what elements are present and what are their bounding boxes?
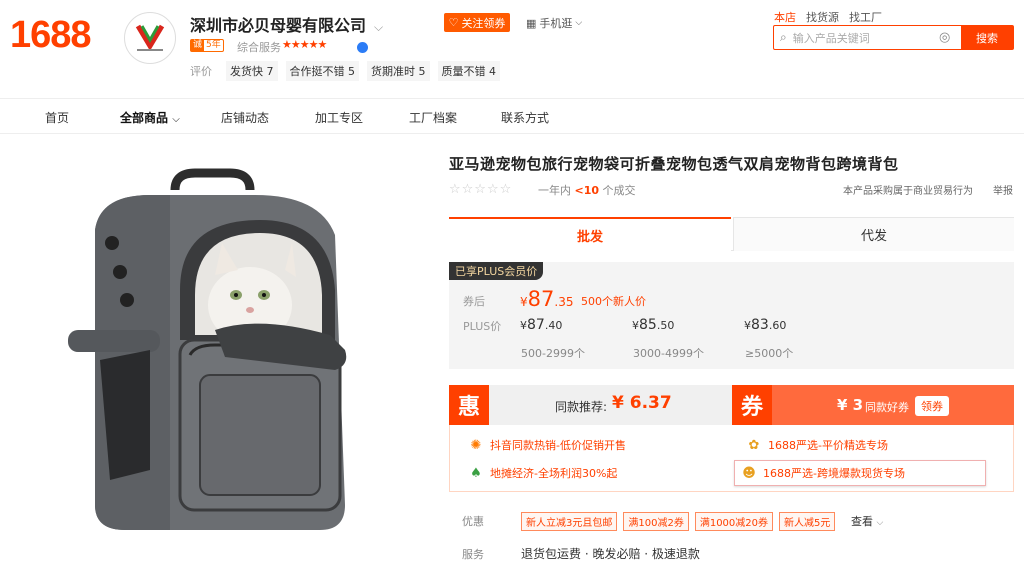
tier-price: ¥87.40	[520, 317, 563, 333]
activity-item[interactable]: ☻ 1688严选-跨境爆款现货专场	[734, 460, 986, 486]
rating-chip: 发货快 7	[226, 61, 278, 81]
nav-processing[interactable]: 加工专区	[315, 109, 363, 126]
rating-chip: 货期准时 5	[367, 61, 430, 81]
activities-panel: ✺ 抖音同款热销-低价促销开售 ✿ 1688严选-平价精选专场 ♠ 地摊经济-全…	[449, 425, 1014, 492]
sales-count: 一年内 <10 个成交	[538, 184, 636, 197]
search-scope-tabs: 本店 找货源 找工厂	[774, 9, 882, 25]
chevron-down-icon[interactable]: ⌵	[374, 20, 383, 35]
site-logo[interactable]: 1688	[10, 14, 92, 57]
claim-coupon-button[interactable]: 领券	[915, 396, 949, 416]
chevron-down-icon: ⌵	[172, 114, 180, 125]
rating-chip: 质量不错 4	[437, 61, 500, 81]
discount-chips: 新人立减3元且包邮 满100减2券 满1000减20券 新人减5元	[521, 512, 836, 531]
flower-icon: ✿	[748, 437, 760, 453]
scope-shop[interactable]: 本店	[774, 9, 796, 25]
plus-member-tag: 已享PLUS会员价	[449, 262, 544, 280]
search-input[interactable]: ⌕ 输入产品关键词	[774, 26, 939, 49]
service-stars: ★★★★★	[282, 38, 327, 51]
after-coupon-price: ¥87.35	[520, 287, 574, 311]
nav-factory-profile[interactable]: 工厂档案	[409, 109, 457, 126]
after-coupon-label: 券后	[463, 295, 485, 308]
discount-chip[interactable]: 满100减2券	[623, 512, 689, 531]
coupon-area: 券 ¥ 3 同款好券 领券	[732, 385, 1014, 425]
discount-chip[interactable]: 新人立减3元且包邮	[521, 512, 618, 531]
verified-icon	[357, 42, 368, 53]
activity-item[interactable]: ✿ 1688严选-平价精选专场	[746, 437, 888, 453]
tab-wholesale[interactable]: 批发	[449, 217, 731, 251]
tier-range: 3000-4999个	[633, 347, 704, 360]
product-title: 亚马逊宠物包旅行宠物袋可折叠宠物包透气双肩宠物背包跨境背包	[449, 155, 899, 173]
follow-button[interactable]: ♡ 关注领券	[444, 13, 510, 32]
activity-item[interactable]: ✺ 抖音同款热销-低价促销开售	[468, 437, 626, 453]
discount-hui-icon: 惠	[449, 385, 489, 425]
coupon-quan-icon: 券	[732, 385, 772, 425]
plus-price-label: PLUS价	[463, 320, 502, 333]
tier-price: ¥83.60	[744, 317, 787, 333]
nav-home[interactable]: 首页	[45, 109, 69, 126]
product-image[interactable]	[0, 135, 437, 567]
chevron-down-icon: ⌵	[575, 18, 583, 28]
tier-price: ¥85.50	[632, 317, 675, 333]
shop-name[interactable]: 深圳市必贝母婴有限公司 ⌵	[190, 12, 383, 36]
discount-chip[interactable]: 满1000减20券	[694, 512, 774, 531]
rating-row: 评价 发货快 7 合作挺不错 5 货期准时 5 质量不错 4	[190, 61, 500, 81]
nav-shop-news[interactable]: 店铺动态	[221, 109, 269, 126]
scope-source[interactable]: 找货源	[806, 9, 839, 25]
tier-range: 500-2999个	[521, 347, 585, 360]
service-label: 综合服务	[237, 41, 281, 54]
view-more-discounts[interactable]: 查看 ⌵	[851, 513, 883, 529]
service-label: 服务	[462, 548, 484, 561]
same-style-recommend[interactable]: 惠 同款推荐: ¥ 6.37	[449, 385, 732, 425]
rating-chip: 合作挺不错 5	[285, 61, 359, 81]
shop-header: 1688 深圳市必贝母婴有限公司 ⌵ ♡ 关注领券 ▦ 手机逛 ⌵ 诚 5年 综合…	[0, 0, 1024, 98]
price-panel: 已享PLUS会员价 券后 ¥87.35 500个新人价 PLUS价 ¥87.40…	[449, 262, 1014, 369]
rating-stars: ☆☆☆☆☆	[449, 182, 513, 197]
scope-factory[interactable]: 找工厂	[849, 9, 882, 25]
nav-contact[interactable]: 联系方式	[501, 109, 549, 126]
camera-icon[interactable]: ◎	[939, 26, 955, 49]
chevron-down-icon: ⌵	[876, 518, 884, 528]
pet-backpack-image	[68, 168, 347, 530]
discount-label: 优惠	[462, 515, 484, 528]
shop-avatar[interactable]	[124, 12, 176, 64]
mobile-link[interactable]: ▦ 手机逛 ⌵	[526, 15, 582, 31]
nav-all-products[interactable]: 全部商品 ⌵	[120, 109, 180, 126]
discount-chip[interactable]: 新人减5元	[779, 512, 836, 531]
years-badge: 诚 5年	[190, 39, 224, 52]
shop-nav: 首页 全部商品 ⌵ 店铺动态 加工专区 工厂档案 联系方式	[0, 98, 1024, 134]
search-bar: ⌕ 输入产品关键词 ◎ 搜索	[773, 25, 1014, 50]
service-guarantees: 退货包运费 · 晚发必赔 · 极速退款	[521, 547, 700, 561]
promo-bar: 惠 同款推荐: ¥ 6.37 券 ¥ 3 同款好券 领券	[449, 385, 1014, 425]
new-user-note: 500个新人价	[581, 295, 646, 308]
heart-icon: ♡	[448, 16, 459, 29]
search-button[interactable]: 搜索	[961, 26, 1013, 49]
search-icon: ⌕	[780, 30, 787, 44]
shop-logo-icon	[135, 24, 165, 51]
activity-item[interactable]: ♠ 地摊经济-全场利润30%起	[468, 465, 617, 481]
sun-icon: ✺	[470, 437, 482, 453]
trade-note: 本产品采购属于商业贸易行为	[843, 186, 973, 197]
tiger-icon: ☻	[742, 465, 756, 481]
tab-dropship[interactable]: 代发	[733, 217, 1014, 251]
recommend-price: ¥ 6.37	[612, 393, 672, 413]
leaf-icon: ♠	[470, 465, 482, 481]
tier-range: ≥5000个	[745, 347, 794, 360]
report-link[interactable]: 举报	[993, 182, 1013, 197]
purchase-tabs: 批发 代发	[449, 217, 1014, 251]
qr-code-icon: ▦	[526, 16, 537, 30]
coupon-amount: ¥ 3	[837, 396, 864, 414]
